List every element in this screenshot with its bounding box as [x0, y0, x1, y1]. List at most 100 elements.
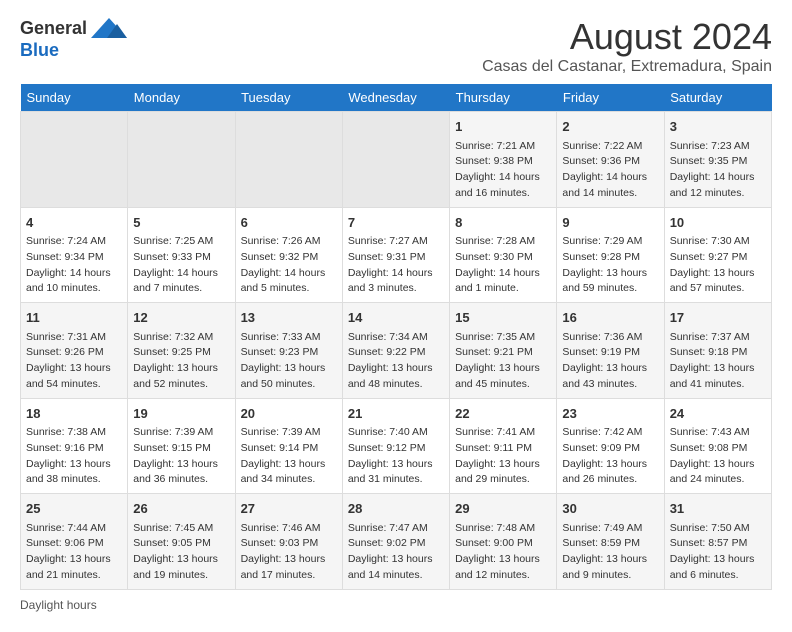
day-cell: 21Sunrise: 7:40 AM Sunset: 9:12 PM Dayli… — [342, 398, 449, 494]
day-info: Sunrise: 7:28 AM Sunset: 9:30 PM Dayligh… — [455, 234, 551, 297]
day-number: 22 — [455, 404, 551, 424]
day-cell: 16Sunrise: 7:36 AM Sunset: 9:19 PM Dayli… — [557, 303, 664, 399]
logo: General Blue — [20, 16, 127, 61]
day-cell: 29Sunrise: 7:48 AM Sunset: 9:00 PM Dayli… — [450, 494, 557, 590]
col-header-monday: Monday — [128, 84, 235, 112]
day-info: Sunrise: 7:31 AM Sunset: 9:26 PM Dayligh… — [26, 330, 122, 393]
day-number: 1 — [455, 117, 551, 137]
day-cell: 24Sunrise: 7:43 AM Sunset: 9:08 PM Dayli… — [664, 398, 771, 494]
day-number: 19 — [133, 404, 229, 424]
header-row: SundayMondayTuesdayWednesdayThursdayFrid… — [21, 84, 772, 112]
day-number: 23 — [562, 404, 658, 424]
week-row-5: 25Sunrise: 7:44 AM Sunset: 9:06 PM Dayli… — [21, 494, 772, 590]
day-cell: 4Sunrise: 7:24 AM Sunset: 9:34 PM Daylig… — [21, 207, 128, 303]
col-header-wednesday: Wednesday — [342, 84, 449, 112]
day-cell — [128, 112, 235, 208]
day-number: 21 — [348, 404, 444, 424]
day-info: Sunrise: 7:47 AM Sunset: 9:02 PM Dayligh… — [348, 521, 444, 584]
title-area: August 2024 Casas del Castanar, Extremad… — [482, 16, 772, 76]
day-info: Sunrise: 7:36 AM Sunset: 9:19 PM Dayligh… — [562, 330, 658, 393]
day-cell: 25Sunrise: 7:44 AM Sunset: 9:06 PM Dayli… — [21, 494, 128, 590]
day-info: Sunrise: 7:45 AM Sunset: 9:05 PM Dayligh… — [133, 521, 229, 584]
day-cell: 30Sunrise: 7:49 AM Sunset: 8:59 PM Dayli… — [557, 494, 664, 590]
day-cell: 9Sunrise: 7:29 AM Sunset: 9:28 PM Daylig… — [557, 207, 664, 303]
day-number: 20 — [241, 404, 337, 424]
day-number: 24 — [670, 404, 766, 424]
day-number: 10 — [670, 213, 766, 233]
day-number: 8 — [455, 213, 551, 233]
day-info: Sunrise: 7:42 AM Sunset: 9:09 PM Dayligh… — [562, 425, 658, 488]
day-info: Sunrise: 7:48 AM Sunset: 9:00 PM Dayligh… — [455, 521, 551, 584]
day-cell: 23Sunrise: 7:42 AM Sunset: 9:09 PM Dayli… — [557, 398, 664, 494]
day-number: 5 — [133, 213, 229, 233]
day-number: 6 — [241, 213, 337, 233]
logo-general-text: General — [20, 18, 87, 39]
day-cell: 10Sunrise: 7:30 AM Sunset: 9:27 PM Dayli… — [664, 207, 771, 303]
day-info: Sunrise: 7:40 AM Sunset: 9:12 PM Dayligh… — [348, 425, 444, 488]
day-info: Sunrise: 7:44 AM Sunset: 9:06 PM Dayligh… — [26, 521, 122, 584]
day-cell: 2Sunrise: 7:22 AM Sunset: 9:36 PM Daylig… — [557, 112, 664, 208]
day-cell: 19Sunrise: 7:39 AM Sunset: 9:15 PM Dayli… — [128, 398, 235, 494]
day-info: Sunrise: 7:34 AM Sunset: 9:22 PM Dayligh… — [348, 330, 444, 393]
day-number: 9 — [562, 213, 658, 233]
logo-blue-text: Blue — [20, 40, 59, 61]
day-number: 13 — [241, 308, 337, 328]
header: General Blue August 2024 Casas del Casta… — [20, 16, 772, 76]
day-info: Sunrise: 7:43 AM Sunset: 9:08 PM Dayligh… — [670, 425, 766, 488]
day-number: 7 — [348, 213, 444, 233]
day-info: Sunrise: 7:32 AM Sunset: 9:25 PM Dayligh… — [133, 330, 229, 393]
day-number: 2 — [562, 117, 658, 137]
day-cell: 15Sunrise: 7:35 AM Sunset: 9:21 PM Dayli… — [450, 303, 557, 399]
main-title: August 2024 — [482, 16, 772, 58]
day-info: Sunrise: 7:49 AM Sunset: 8:59 PM Dayligh… — [562, 521, 658, 584]
day-number: 18 — [26, 404, 122, 424]
day-number: 15 — [455, 308, 551, 328]
day-info: Sunrise: 7:50 AM Sunset: 8:57 PM Dayligh… — [670, 521, 766, 584]
day-info: Sunrise: 7:41 AM Sunset: 9:11 PM Dayligh… — [455, 425, 551, 488]
day-info: Sunrise: 7:33 AM Sunset: 9:23 PM Dayligh… — [241, 330, 337, 393]
day-info: Sunrise: 7:25 AM Sunset: 9:33 PM Dayligh… — [133, 234, 229, 297]
day-cell: 22Sunrise: 7:41 AM Sunset: 9:11 PM Dayli… — [450, 398, 557, 494]
day-info: Sunrise: 7:23 AM Sunset: 9:35 PM Dayligh… — [670, 139, 766, 202]
day-cell: 6Sunrise: 7:26 AM Sunset: 9:32 PM Daylig… — [235, 207, 342, 303]
day-info: Sunrise: 7:22 AM Sunset: 9:36 PM Dayligh… — [562, 139, 658, 202]
col-header-tuesday: Tuesday — [235, 84, 342, 112]
day-number: 14 — [348, 308, 444, 328]
col-header-thursday: Thursday — [450, 84, 557, 112]
week-row-4: 18Sunrise: 7:38 AM Sunset: 9:16 PM Dayli… — [21, 398, 772, 494]
day-cell: 11Sunrise: 7:31 AM Sunset: 9:26 PM Dayli… — [21, 303, 128, 399]
day-cell: 28Sunrise: 7:47 AM Sunset: 9:02 PM Dayli… — [342, 494, 449, 590]
day-info: Sunrise: 7:39 AM Sunset: 9:14 PM Dayligh… — [241, 425, 337, 488]
subtitle: Casas del Castanar, Extremadura, Spain — [482, 58, 772, 76]
day-number: 17 — [670, 308, 766, 328]
day-info: Sunrise: 7:38 AM Sunset: 9:16 PM Dayligh… — [26, 425, 122, 488]
day-number: 25 — [26, 499, 122, 519]
day-info: Sunrise: 7:27 AM Sunset: 9:31 PM Dayligh… — [348, 234, 444, 297]
day-cell: 18Sunrise: 7:38 AM Sunset: 9:16 PM Dayli… — [21, 398, 128, 494]
day-cell: 26Sunrise: 7:45 AM Sunset: 9:05 PM Dayli… — [128, 494, 235, 590]
day-number: 26 — [133, 499, 229, 519]
day-cell — [235, 112, 342, 208]
logo-icon — [91, 16, 127, 40]
day-cell: 17Sunrise: 7:37 AM Sunset: 9:18 PM Dayli… — [664, 303, 771, 399]
day-info: Sunrise: 7:30 AM Sunset: 9:27 PM Dayligh… — [670, 234, 766, 297]
day-cell: 20Sunrise: 7:39 AM Sunset: 9:14 PM Dayli… — [235, 398, 342, 494]
day-cell: 13Sunrise: 7:33 AM Sunset: 9:23 PM Dayli… — [235, 303, 342, 399]
day-cell: 31Sunrise: 7:50 AM Sunset: 8:57 PM Dayli… — [664, 494, 771, 590]
day-info: Sunrise: 7:37 AM Sunset: 9:18 PM Dayligh… — [670, 330, 766, 393]
day-info: Sunrise: 7:46 AM Sunset: 9:03 PM Dayligh… — [241, 521, 337, 584]
col-header-sunday: Sunday — [21, 84, 128, 112]
day-number: 30 — [562, 499, 658, 519]
day-cell: 3Sunrise: 7:23 AM Sunset: 9:35 PM Daylig… — [664, 112, 771, 208]
week-row-3: 11Sunrise: 7:31 AM Sunset: 9:26 PM Dayli… — [21, 303, 772, 399]
day-info: Sunrise: 7:24 AM Sunset: 9:34 PM Dayligh… — [26, 234, 122, 297]
day-cell: 8Sunrise: 7:28 AM Sunset: 9:30 PM Daylig… — [450, 207, 557, 303]
footer-note: Daylight hours — [20, 598, 772, 612]
day-cell: 5Sunrise: 7:25 AM Sunset: 9:33 PM Daylig… — [128, 207, 235, 303]
day-number: 3 — [670, 117, 766, 137]
calendar-table: SundayMondayTuesdayWednesdayThursdayFrid… — [20, 84, 772, 590]
day-number: 4 — [26, 213, 122, 233]
week-row-2: 4Sunrise: 7:24 AM Sunset: 9:34 PM Daylig… — [21, 207, 772, 303]
day-number: 16 — [562, 308, 658, 328]
day-cell: 12Sunrise: 7:32 AM Sunset: 9:25 PM Dayli… — [128, 303, 235, 399]
